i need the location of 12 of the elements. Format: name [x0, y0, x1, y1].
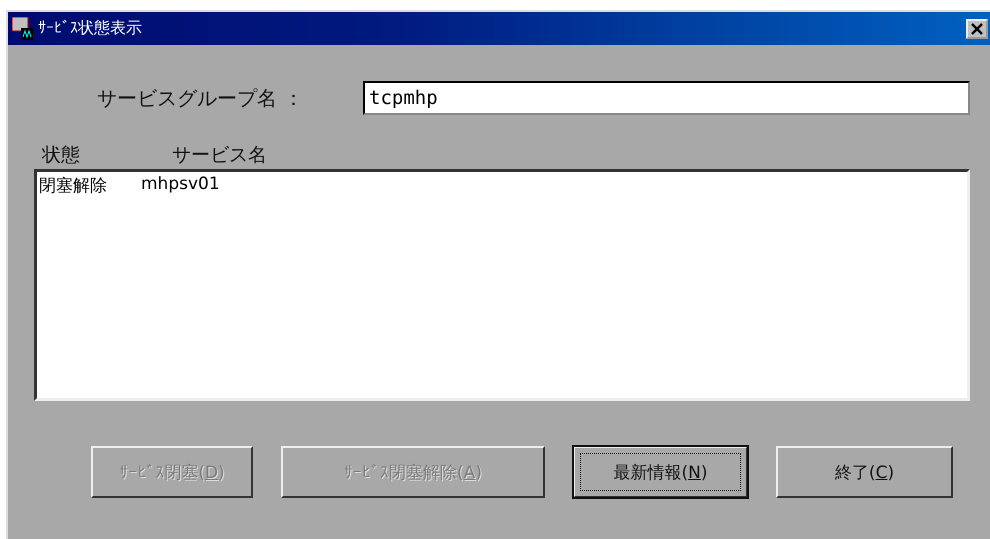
window-title: ｻｰﾋﾞｽ状態表示: [38, 18, 143, 39]
column-header: 状態: [40, 143, 81, 168]
input-field[interactable]: tcpmhp: [363, 81, 970, 115]
dialog-button[interactable]: 終了(C): [776, 446, 953, 498]
list-cell[interactable]: mhpsv01: [141, 174, 341, 197]
app-icon: [12, 16, 34, 40]
close-button[interactable]: [966, 18, 988, 38]
close-icon: [971, 22, 983, 34]
list-cell[interactable]: 閉塞解除: [39, 174, 141, 197]
field-label: サービスグループ名 ：: [96, 84, 304, 112]
dialog-button[interactable]: 最新情報(N): [573, 446, 748, 498]
column-header: サービス名: [172, 143, 268, 168]
